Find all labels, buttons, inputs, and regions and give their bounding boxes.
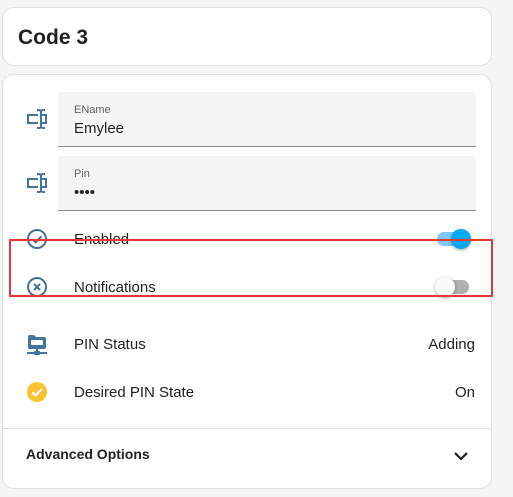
title-card: Code 3 <box>2 7 492 66</box>
pin-status-label: PIN Status <box>74 336 146 353</box>
pin-field-label: Pin <box>74 168 90 180</box>
form-textbox-icon <box>27 109 47 129</box>
divider <box>3 428 491 429</box>
pin-field[interactable]: Pin •••• <box>58 156 476 211</box>
chevron-down-icon[interactable] <box>449 444 473 468</box>
pin-field-value[interactable]: •••• <box>74 184 95 201</box>
desired-pin-state-label: Desired PIN State <box>74 384 195 401</box>
name-field[interactable]: EName Emylee <box>58 92 476 147</box>
highlight-box <box>9 239 493 297</box>
advanced-options-label[interactable]: Advanced Options <box>26 446 150 462</box>
pin-status-value: Adding <box>428 336 475 353</box>
desired-pin-state-value: On <box>454 384 475 401</box>
page-title: Code 3 <box>18 26 89 49</box>
name-field-value[interactable]: Emylee <box>74 120 124 137</box>
folder-network-icon <box>27 335 47 355</box>
name-field-label: EName <box>74 104 111 116</box>
check-circle-icon <box>27 382 47 402</box>
form-textbox-icon <box>27 173 47 193</box>
